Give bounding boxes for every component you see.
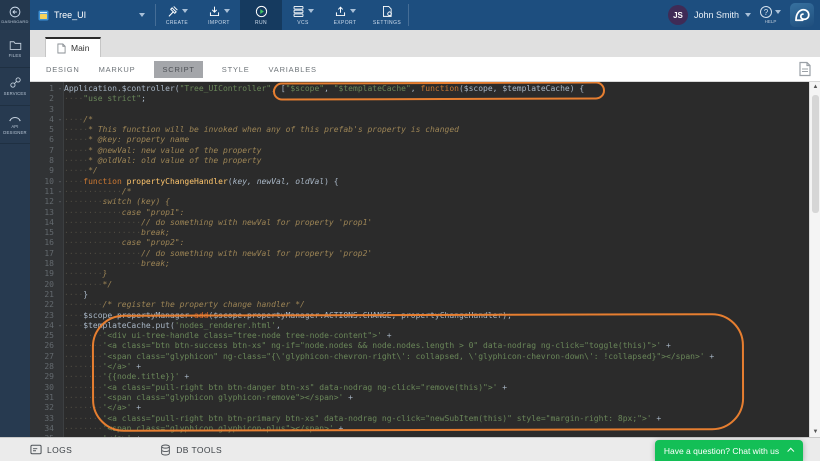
settings-label: SETTINGS [373,20,401,26]
link-icon [9,76,22,89]
chevron-down-icon [182,9,188,13]
logs-icon [30,444,42,455]
scroll-up-arrow[interactable]: ▲ [810,82,820,92]
settings-button[interactable]: SETTINGS [366,0,408,30]
export-button[interactable]: EXPORT [324,0,366,30]
document-icon [57,43,66,54]
editor-scrollbar[interactable]: ▲ ▼ [809,82,820,437]
chevron-down-icon [139,13,145,17]
import-icon [208,5,221,18]
left-sidebar: FILES SERVICES API DESIGNER [0,30,30,437]
tab-main-label: Main [71,43,89,53]
tab-markup[interactable]: MARKUP [99,65,136,74]
help-button[interactable]: ? HELP [760,6,781,24]
back-circle-icon [9,6,21,18]
vcs-label: VCS [297,20,308,26]
file-action-button[interactable] [798,61,812,77]
settings-doc-gear-icon [381,5,394,18]
vcs-stack-icon [292,5,305,18]
chevron-down-icon [308,9,314,13]
chevron-down-icon [224,9,230,13]
export-label: EXPORT [334,20,357,26]
user-name: John Smith [694,10,739,20]
folder-icon [9,39,22,51]
tab-main[interactable]: Main [45,37,101,57]
scrollbar-thumb[interactable] [812,95,819,213]
import-label: IMPORT [208,20,230,26]
tab-design[interactable]: DESIGN [46,65,80,74]
hammer-icon [166,5,179,18]
chevron-up-icon [787,448,794,455]
tab-variables[interactable]: VARIABLES [269,65,317,74]
project-name: Tree_UI [54,10,86,20]
divider [408,4,409,26]
db-tools-label: DB TOOLS [176,445,222,455]
services-label: SERVICES [4,91,27,97]
vcs-button[interactable]: VCS [282,0,324,30]
sidebar-item-api-designer[interactable]: API DESIGNER [0,106,30,144]
code-lines: 1-Application.$controller("Tree_UIContro… [30,84,714,437]
scroll-down-arrow[interactable]: ▼ [810,427,820,437]
db-tools-button[interactable]: DB TOOLS [160,444,222,456]
sidebar-item-files[interactable]: FILES [0,30,30,68]
help-label: HELP [765,19,777,24]
sidebar-item-services[interactable]: SERVICES [0,68,30,106]
export-icon [334,5,347,18]
logs-button[interactable]: LOGS [30,444,72,455]
files-label: FILES [9,53,22,59]
project-selector[interactable]: Tree_UI [30,0,155,30]
chevron-down-icon [745,13,751,17]
help-icon: ? [760,6,772,18]
tab-strip: Main [30,30,820,57]
avatar: JS [668,5,688,25]
logs-label: LOGS [47,445,72,455]
chevron-down-icon [775,10,781,14]
tab-style[interactable]: STYLE [222,65,250,74]
dashboard-button[interactable]: DASHBOARD [0,0,30,30]
api-designer-label: API DESIGNER [0,124,30,136]
create-label: CREATE [166,20,188,26]
arc-icon [8,113,22,122]
wave-icon [793,6,811,24]
chat-label: Have a question? Chat with us [664,446,779,456]
dashboard-label: DASHBOARD [1,19,28,24]
run-play-icon [255,5,268,18]
file-icon [798,61,812,77]
import-button[interactable]: IMPORT [198,0,240,30]
tab-script[interactable]: SCRIPT [154,61,202,78]
project-icon [38,10,49,21]
chat-widget-button[interactable]: Have a question? Chat with us [655,440,803,461]
user-menu[interactable]: JS John Smith [668,5,751,25]
code-editor[interactable]: 1-Application.$controller("Tree_UIContro… [30,82,820,437]
chevron-down-icon [350,9,356,13]
create-button[interactable]: CREATE [156,0,198,30]
subtab-bar: DESIGN MARKUP SCRIPT STYLE VARIABLES [30,57,820,82]
database-icon [160,444,171,456]
run-label: RUN [255,20,267,26]
run-button[interactable]: RUN [240,0,282,30]
wavemaker-logo[interactable] [790,3,814,27]
top-bar: DASHBOARD Tree_UI CREATE IMPORT RUN VCS [0,0,820,30]
